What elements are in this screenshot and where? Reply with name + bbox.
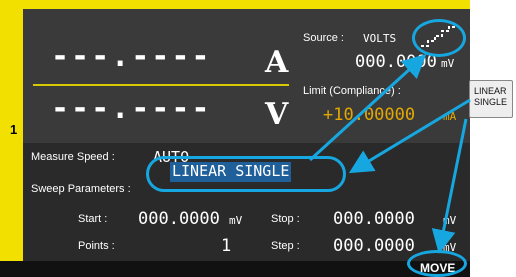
source-unit: mV <box>441 57 455 70</box>
limit-value: +10.00000 <box>323 105 416 125</box>
limit-unit: mA <box>443 110 457 123</box>
readout-divider <box>33 84 289 86</box>
linear-single-softkey[interactable]: LINEAR SINGLE <box>469 80 513 118</box>
sweep-parameters-label: Sweep Parameters : <box>31 183 131 195</box>
start-label: Start : <box>78 213 108 225</box>
current-readout: ---.---- <box>51 39 212 74</box>
points-label: Points : <box>78 240 115 252</box>
step-label: Step : <box>271 240 300 252</box>
display-panel: ---.---- A ---.---- V Source : VOLTS 000… <box>23 9 470 261</box>
measure-speed-label: Measure Speed : <box>31 151 115 163</box>
channel-number: 1 <box>10 122 18 137</box>
step-value[interactable]: 000.0000 <box>333 236 415 256</box>
move-callout-circle <box>407 250 467 277</box>
stop-label: Stop : <box>271 213 300 225</box>
readout-area: ---.---- A ---.---- V Source : VOLTS 000… <box>23 9 470 143</box>
source-value: 000.0000 <box>355 52 437 72</box>
source-label: Source : <box>303 32 344 44</box>
softkey-line1: LINEAR <box>474 86 507 96</box>
source-mode: VOLTS <box>363 32 397 45</box>
points-value[interactable]: 1 <box>221 236 231 256</box>
stop-value[interactable]: 000.0000 <box>333 209 415 229</box>
current-unit: A <box>265 45 289 80</box>
voltage-unit: V <box>265 97 289 132</box>
limit-label: Limit (Compliance) : <box>303 85 401 97</box>
icon-callout-circle <box>412 19 466 57</box>
start-unit: mV <box>229 214 243 227</box>
start-value[interactable]: 000.0000 <box>138 209 220 229</box>
sweep-callout-circle <box>146 156 346 192</box>
softkey-line2: SINGLE <box>474 97 508 107</box>
voltage-readout: ---.---- <box>51 91 212 126</box>
status-bar <box>0 261 470 277</box>
stop-unit: mV <box>443 214 457 227</box>
